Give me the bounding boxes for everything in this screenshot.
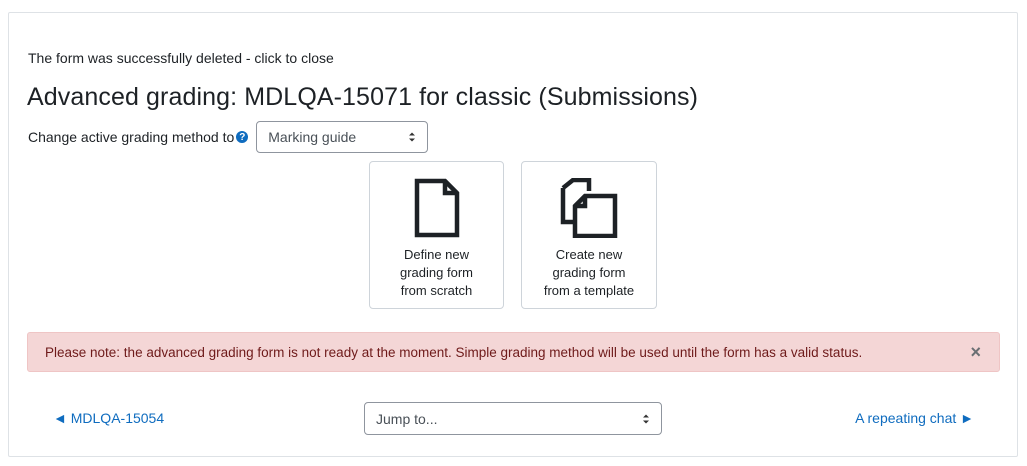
previous-activity-link[interactable]: ◄ MDLQA-15054 <box>53 410 164 426</box>
main-card: The form was successfully deleted - clic… <box>8 12 1018 457</box>
page-title: Advanced grading: MDLQA-15071 for classi… <box>27 83 699 111</box>
close-icon[interactable]: × <box>970 343 981 361</box>
help-icon[interactable]: ? <box>236 131 249 143</box>
warning-alert: Please note: the advanced grading form i… <box>27 332 1000 372</box>
next-activity-link[interactable]: A repeating chat ► <box>855 410 974 426</box>
grading-method-row: Change active grading method to ? Markin… <box>28 121 429 153</box>
select-caret-icon <box>409 132 416 142</box>
grading-method-label: Change active grading method to <box>28 129 235 145</box>
copy-documents-icon <box>560 178 618 238</box>
grading-method-value: Marking guide <box>268 129 357 145</box>
grading-method-select[interactable]: Marking guide <box>256 121 429 153</box>
define-new-form-label: Define new grading form from scratch <box>400 247 473 298</box>
select-caret-icon <box>643 414 649 423</box>
success-notice[interactable]: The form was successfully deleted - clic… <box>28 50 334 66</box>
create-from-template-button[interactable]: Create new grading form from a template <box>521 161 657 309</box>
alert-message: Please note: the advanced grading form i… <box>45 344 863 360</box>
define-new-form-button[interactable]: Define new grading form from scratch <box>369 161 504 309</box>
document-icon <box>414 178 459 238</box>
jump-to-select[interactable]: Jump to... <box>364 402 662 435</box>
create-from-template-label: Create new grading form from a template <box>543 247 635 298</box>
jump-to-value: Jump to... <box>376 410 438 427</box>
